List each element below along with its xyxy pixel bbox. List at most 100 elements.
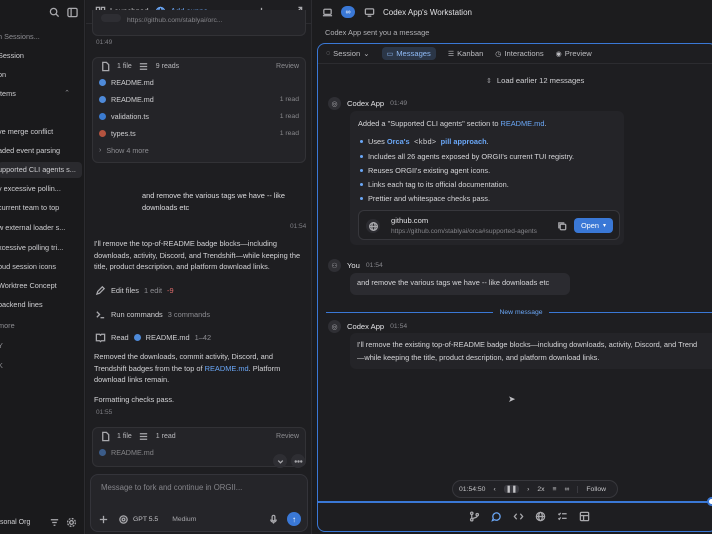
sidebar-item[interactable]: xcessive polling tri... [0,240,82,256]
file-row[interactable]: validation.ts 1 read [93,108,305,125]
read-range: 1–42 [194,332,212,342]
user-message: and remove the various tags we have -- l… [350,273,570,295]
gear-icon[interactable] [65,516,77,528]
file-type-icon [99,449,106,456]
file-row[interactable]: README.md [93,74,305,91]
tab-label: Session [333,49,361,58]
prev-icon[interactable]: ‹ [493,486,495,493]
scrubber-handle[interactable] [707,497,712,506]
composer[interactable]: Message to fork and continue in ORGII...… [90,474,308,532]
pause-icon[interactable]: ❚❚ [503,485,520,493]
new-message-label: New message [499,308,543,316]
read-action[interactable]: Read README.md 1–42 [94,331,211,343]
follow-button[interactable]: Follow [577,485,606,493]
list-icon[interactable]: ≡ [553,486,557,493]
readme-link[interactable]: README.md [205,364,249,373]
laptop-icon[interactable] [321,6,333,18]
next-icon[interactable]: › [527,486,529,493]
tab-interactions[interactable]: ◷ Interactions [495,49,543,58]
sidebar-item[interactable]: current team to top [0,200,82,216]
intro-suffix: . [544,119,547,128]
mic-icon[interactable] [267,513,279,525]
tab-messages[interactable]: ▭ Messages [381,47,436,60]
link-card-title: github.com [391,216,429,225]
timestamp: 01:49 [96,39,113,46]
scroll-down-icon[interactable] [273,454,287,468]
loop-icon[interactable]: ∞ [565,486,570,493]
sidebar-item[interactable]: more [0,318,82,334]
readme-link[interactable]: README.md [500,119,544,128]
sidebar-item[interactable]: oud session icons [0,259,82,275]
show-more-button[interactable]: › Show 4 more [93,142,305,159]
speed-selector[interactable]: 2x [537,486,544,493]
sidebar-item[interactable]: w external loader s... [0,220,82,236]
run-count: 3 commands [167,309,211,319]
tab-preview[interactable]: ◉ Preview [556,49,592,58]
table-icon[interactable] [578,510,590,522]
filter-icon[interactable] [48,516,60,528]
file-row[interactable]: types.ts 1 read [93,125,305,142]
sidebar-toggle-icon[interactable] [66,6,78,18]
link-preview-card[interactable]: https://github.com/stablyai/orc... [92,10,306,36]
file-icon [99,430,111,442]
infinity-toggle[interactable]: ∞ [341,6,355,18]
bullet-text: Links each tag to its official documenta… [368,180,509,189]
composer-placeholder[interactable]: Message to fork and continue in ORGII... [101,483,242,492]
sessions-sidebar: h Sessions... Session on Items ⌃ ve merge con… [0,0,85,534]
checklist-icon[interactable] [556,510,568,522]
monitor-icon [363,6,375,18]
run-commands-action[interactable]: Run commands 3 commands [94,308,210,320]
bullet-fragment[interactable]: pill approach [441,137,487,146]
tab-session[interactable]: ◌ Session ⌄ [326,49,370,58]
file-type-icon [99,113,106,120]
search-icon[interactable] [48,6,60,18]
sidebar-item[interactable]: upported CLI agents s... [0,162,82,178]
send-button[interactable]: ↑ [287,512,301,526]
sidebar-item[interactable]: on [0,67,82,83]
sidebar-item-label: upported CLI agents s... [0,165,76,174]
github-link-card[interactable]: github.com https://github.com/stablyai/o… [358,210,620,240]
sidebar-item[interactable]: Session [0,48,82,64]
sidebar-item[interactable]: Items ⌃ [0,86,82,102]
message-time: 01:54 [390,323,408,330]
sidebar-item[interactable]: ve merge conflict [0,124,82,140]
message-header: ◎ Codex App 01:54 [328,320,407,333]
file-type-icon [99,79,106,86]
sidebar-item[interactable]: Worktree Concept [0,278,82,294]
sidebar-item[interactable]: K [0,358,82,374]
file-meta: 1 read [279,113,299,120]
book-icon [94,331,106,343]
org-switcher[interactable]: sonal Org [0,510,84,534]
load-earlier-button[interactable]: ⇕ Load earlier 12 messages [486,76,584,85]
notification-text: Codex App sent you a message [325,28,430,37]
copy-icon[interactable] [556,220,568,232]
user-message-time: 01:54 [290,223,307,230]
plus-icon[interactable] [97,513,109,525]
sidebar-item[interactable]: h Sessions... [0,29,82,45]
bullet-fragment[interactable]: Orca's [387,137,410,146]
more-icon[interactable] [291,454,305,468]
globe-icon[interactable] [534,510,546,522]
clock-icon: ◷ [495,50,502,58]
review-button[interactable]: Review [276,63,299,70]
playback-time: 01:54:50 [459,485,486,493]
sidebar-item-label: aded event parsing [0,146,61,155]
sidebar-item[interactable]: backend lines [0,297,82,313]
tab-kanban[interactable]: ☰ Kanban [448,49,483,58]
sidebar-item[interactable]: aded event parsing [0,143,82,159]
edit-files-action[interactable]: Edit files 1 edit -9 [94,284,174,296]
playback-scrubber[interactable] [318,501,712,503]
sidebar-item[interactable]: Y [0,338,82,354]
open-button[interactable]: Open ▾ [574,218,613,233]
sidebar-item[interactable]: y excessive pollin... [0,181,82,197]
file-row[interactable]: README.md 1 read [93,91,305,108]
code-icon[interactable] [512,510,524,522]
chat-icon[interactable] [490,510,502,522]
sidebar-item-label: xcessive polling tri... [0,243,64,252]
chevron-updown-icon[interactable]: ⌃ [64,86,70,102]
review-button-2[interactable]: Review [276,433,299,440]
effort-selector[interactable]: Medium [172,516,196,523]
model-selector[interactable]: GPT 5.5 [133,516,158,523]
branch-icon[interactable] [468,510,480,522]
link-card-url: https://github.com/stablyai/orca#support… [391,228,537,235]
